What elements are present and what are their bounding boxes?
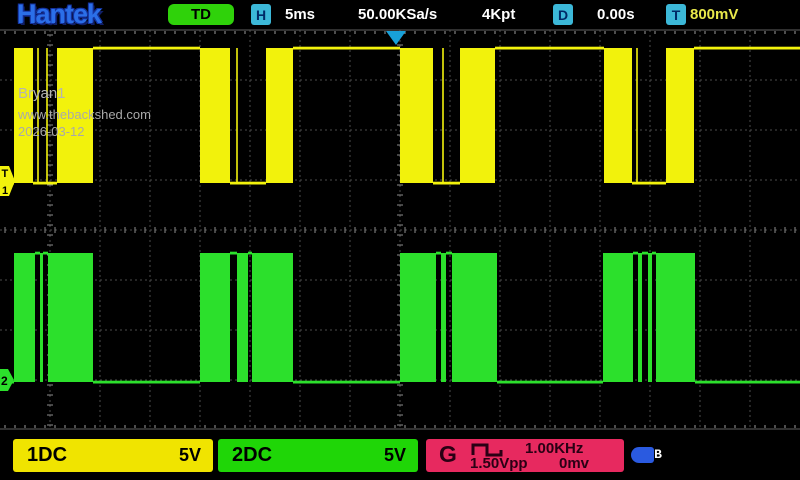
trigger-icon[interactable]: T — [666, 4, 686, 25]
usb-device-letter: B — [653, 447, 663, 463]
watermark-url: www.thebackshed.com — [18, 107, 151, 122]
trigger-position-marker[interactable] — [386, 31, 406, 45]
channel1-marker[interactable]: T 1 — [0, 166, 15, 197]
horizontal-offset-readout[interactable]: 0.00s — [597, 6, 635, 23]
channel2-marker[interactable]: 2 — [0, 369, 14, 391]
delay-icon[interactable]: D — [553, 4, 573, 25]
watermark-username: Bryan1 — [18, 85, 66, 102]
horizontal-icon[interactable]: H — [251, 4, 271, 25]
channel2-coupling-label: 2DC — [232, 444, 272, 467]
top-status-bar: Hantek TD H 5ms 50.00KSa/s 4Kpt D 0.00s … — [0, 0, 800, 29]
brand-logo: Hantek — [17, 0, 101, 30]
memory-depth-readout: 4Kpt — [482, 6, 515, 23]
sample-rate-readout: 50.00KSa/s — [358, 6, 437, 23]
channel1-coupling-label: 1DC — [27, 444, 67, 467]
timebase-readout[interactable]: 5ms — [285, 6, 315, 23]
generator-status-box[interactable]: G 1.00KHz 1.50Vpp 0mv — [426, 439, 624, 472]
channel1-status-box[interactable]: 1DC 5V — [13, 439, 213, 472]
waveform-display[interactable]: T 1 2 — [0, 0, 800, 480]
trigger-marker-letter: T — [2, 168, 9, 180]
acquisition-mode-badge[interactable]: TD — [168, 4, 234, 25]
channel2-status-box[interactable]: 2DC 5V — [218, 439, 418, 472]
channel2-marker-number: 2 — [1, 374, 8, 388]
usb-device-icon — [631, 447, 654, 463]
channel2-scale: 5V — [384, 445, 406, 466]
channel1-scale: 5V — [179, 445, 201, 466]
generator-amplitude: 1.50Vpp — [470, 455, 528, 472]
watermark-date: 2026-03-12 — [18, 124, 85, 139]
generator-offset: 0mv — [559, 455, 589, 472]
generator-label: G — [439, 441, 457, 468]
trigger-level-readout[interactable]: 800mV — [690, 6, 738, 23]
oscilloscope-screen: Hantek TD H 5ms 50.00KSa/s 4Kpt D 0.00s … — [0, 0, 800, 480]
channel1-marker-number: 1 — [2, 185, 8, 197]
bottom-status-bar: 1DC 5V 2DC 5V G 1.00KHz 1.50Vpp 0mv B — [0, 436, 800, 480]
